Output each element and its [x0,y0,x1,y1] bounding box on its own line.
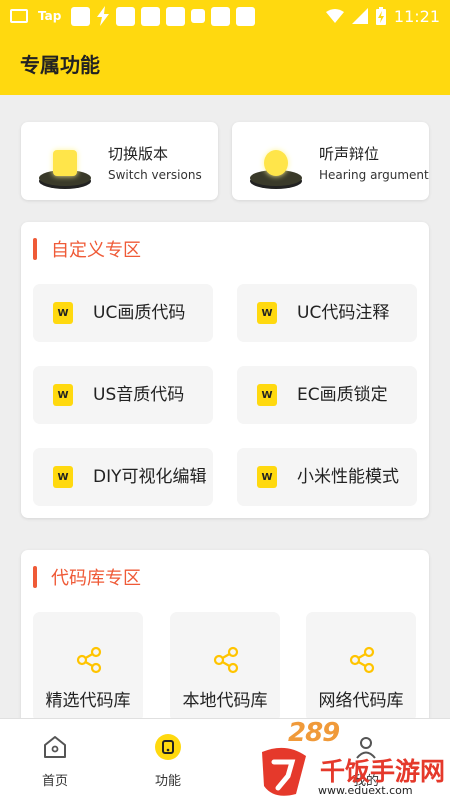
notification-icon [191,9,206,23]
notification-icon [236,6,256,26]
featured-library-button[interactable]: 精选代码库 [33,612,143,722]
nav-home-label: 首页 [41,774,68,789]
home-icon [44,736,66,758]
uc-code-comment-button[interactable]: W UC代码注释 [237,284,417,342]
watermark-text: 千饭手游网 [320,757,446,786]
w-icon: W [53,302,73,324]
app-header: Tap 11:21 专属功能 [0,0,450,95]
local-library-button[interactable]: 本地代码库 [170,612,280,722]
battery-icon [375,7,386,25]
library-label: 网络代码库 [318,691,404,711]
w-icon: W [257,466,277,488]
watermark-number: 289 [288,718,340,748]
diy-visual-edit-button[interactable]: W DIY可视化编辑 [33,448,213,506]
tile-label: UC代码注释 [297,303,390,323]
tile-label: DIY可视化编辑 [93,467,207,487]
us-sound-code-button[interactable]: W US音质代码 [33,366,213,424]
library-label: 本地代码库 [182,691,268,711]
hearing-argument-title: 听声辩位 [319,145,380,163]
w-icon: W [257,384,277,406]
status-bar: Tap 11:21 [0,0,450,32]
custom-section: 自定义专区 W UC画质代码 W UC代码注释 W US音质代码 W EC画质锁… [21,222,429,518]
notification-icon [116,6,136,26]
notification-icon [141,6,161,26]
nav-function[interactable]: 功能 [138,733,198,789]
notification-icon [211,6,231,26]
section-accent-bar [33,566,37,588]
switch-versions-icon [39,150,91,186]
library-section-title: 代码库专区 [51,568,141,589]
hearing-argument-subtitle: Hearing argument [319,168,429,182]
signal-icon [351,8,368,24]
switch-versions-card[interactable]: 切换版本 Switch versions [21,122,218,200]
hearing-argument-card[interactable]: 听声辩位 Hearing argument [232,122,429,200]
notification-icon [71,6,91,26]
page-title: 专属功能 [20,53,100,77]
share-icon [76,646,102,674]
gallery-notification-icon [10,9,28,23]
watermark-logo-icon [262,747,306,796]
share-icon [213,646,239,674]
switch-versions-title: 切换版本 [108,145,169,163]
tile-label: 小米性能模式 [297,467,399,487]
xiaomi-performance-mode-button[interactable]: W 小米性能模式 [237,448,417,506]
library-section: 代码库专区 精选代码库 本地代码库 网络代码库 [21,550,429,740]
tile-label: US音质代码 [93,385,185,405]
section-accent-bar [33,238,37,260]
ec-quality-lock-button[interactable]: W EC画质锁定 [237,366,417,424]
watermark-url: www.eduext.com [318,784,413,797]
w-icon: W [53,384,73,406]
library-label: 精选代码库 [45,691,131,711]
watermark: 289 千饭手游网 www.eduext.com [248,718,448,800]
share-icon [349,646,375,674]
tile-label: UC画质代码 [93,303,186,323]
uc-quality-code-button[interactable]: W UC画质代码 [33,284,213,342]
w-icon: W [257,302,277,324]
bolt-notification-icon [97,6,110,26]
hearing-argument-icon [250,150,302,186]
custom-section-title: 自定义专区 [51,240,141,261]
w-icon: W [53,466,73,488]
function-icon [155,734,181,760]
network-library-button[interactable]: 网络代码库 [306,612,416,722]
tile-label: EC画质锁定 [297,385,388,405]
tap-notification-label: Tap [38,9,62,23]
wifi-icon [325,9,344,23]
notification-icon [166,6,186,26]
nav-home[interactable]: 首页 [25,733,85,789]
nav-function-label: 功能 [154,774,181,789]
clock: 11:21 [393,6,440,26]
switch-versions-subtitle: Switch versions [108,168,202,182]
